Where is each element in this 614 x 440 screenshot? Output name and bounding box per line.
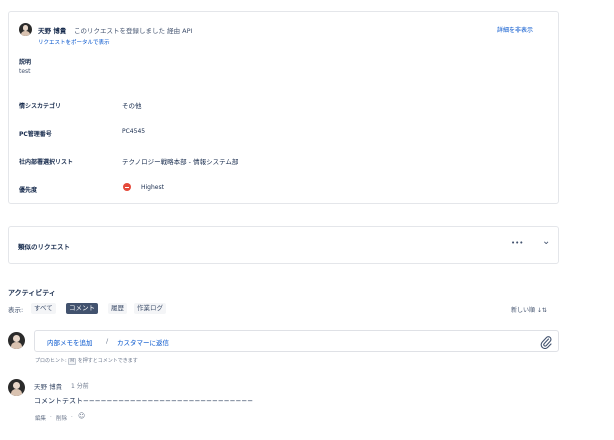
pro-tip-prefix: プロのヒント: bbox=[35, 358, 69, 364]
filter-worklog[interactable]: 作業ログ bbox=[134, 303, 166, 314]
pro-tip: プロのヒント: M を押すとコメントできます bbox=[35, 357, 138, 365]
comment-input[interactable]: 内部メモを追加 / カスタマーに返信 bbox=[34, 330, 559, 352]
field-label-priority: 優先度 bbox=[19, 187, 38, 194]
field-label-department: 社内部署選択リスト bbox=[19, 159, 74, 166]
comment-author[interactable]: 天野 博貴 bbox=[34, 381, 62, 391]
field-value-category[interactable]: その他 bbox=[122, 100, 142, 110]
filter-history[interactable]: 履歴 bbox=[108, 303, 127, 314]
delete-comment-link[interactable]: 削除 bbox=[56, 414, 67, 422]
comment-body: コメントテスト−−−−−−−−−−−−−−−−−−−−−−−−−−−−− bbox=[34, 397, 254, 405]
reporter-name[interactable]: 天野 博貴 bbox=[38, 25, 66, 35]
shortcut-key-m: M bbox=[68, 358, 77, 365]
field-value-priority[interactable]: Highest bbox=[141, 184, 164, 191]
add-internal-note-link[interactable]: 内部メモを追加 bbox=[47, 337, 93, 347]
priority-highest-icon bbox=[123, 183, 131, 191]
field-value-department[interactable]: テクノロジー戦略本部 - 情報システム部 bbox=[122, 156, 238, 166]
view-in-portal-link[interactable]: リクエストをポータルで表示 bbox=[38, 38, 110, 46]
comment-actions-dot: · bbox=[50, 414, 52, 420]
emoji-reaction-icon[interactable]: ☺ bbox=[78, 412, 85, 420]
pro-tip-suffix: を押すとコメントできます bbox=[76, 358, 138, 364]
description-label: 説明 bbox=[19, 59, 32, 66]
chevron-down-icon[interactable]: ⌄ bbox=[542, 236, 550, 247]
similar-requests-panel[interactable]: 類似のリクエスト ••• ⌄ bbox=[8, 226, 559, 264]
activity-heading: アクティビティ bbox=[8, 289, 56, 297]
filter-all[interactable]: すべて bbox=[31, 303, 56, 314]
request-details-card: 天野 博貴 このリクエストを登録しました 経由 API リクエストをポータルで表… bbox=[8, 11, 559, 204]
comment-actions-dot: · bbox=[71, 414, 73, 420]
field-label-category: 情シスカテゴリ bbox=[19, 103, 62, 110]
comment-timestamp[interactable]: 1 分前 bbox=[71, 381, 89, 390]
edit-comment-link[interactable]: 編集 bbox=[35, 414, 46, 422]
description-value: test bbox=[19, 68, 31, 75]
field-value-pc-number[interactable]: PC4545 bbox=[122, 128, 145, 135]
filter-comments[interactable]: コメント bbox=[66, 303, 98, 314]
composer-separator: / bbox=[106, 337, 109, 345]
similar-requests-title: 類似のリクエスト bbox=[18, 243, 70, 251]
sort-order-button[interactable]: 新しい順 ↓⇅ bbox=[511, 305, 547, 314]
field-label-pc-number: PC管理番号 bbox=[19, 131, 52, 138]
request-action-text: このリクエストを登録しました 経由 API bbox=[74, 26, 193, 35]
comment-author-avatar bbox=[8, 379, 25, 396]
current-user-avatar bbox=[8, 332, 25, 349]
more-actions-icon[interactable]: ••• bbox=[511, 239, 523, 247]
show-label: 表示: bbox=[8, 306, 24, 314]
reporter-avatar bbox=[19, 23, 32, 36]
hide-details-link[interactable]: 詳細を非表示 bbox=[497, 25, 533, 34]
paperclip-icon[interactable] bbox=[540, 334, 552, 350]
reply-to-customer-link[interactable]: カスタマーに返信 bbox=[117, 337, 169, 347]
